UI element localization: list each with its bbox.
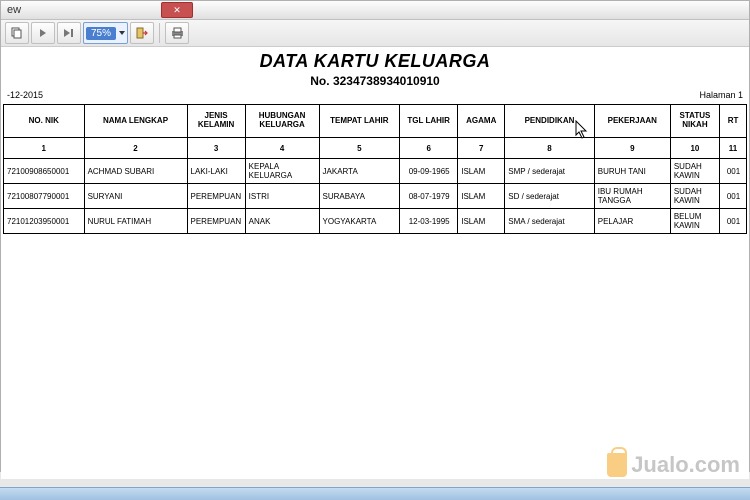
- table-row: 72101203950001 NURUL FATIMAH PEREMPUAN A…: [4, 209, 747, 234]
- cell-nama: SURYANI: [84, 184, 187, 209]
- colnum: 9: [594, 138, 670, 159]
- cell-kelamin: LAKI-LAKI: [187, 159, 245, 184]
- col-pendidikan: PENDIDIKAN: [505, 105, 595, 138]
- report-subtitle: No. 3234738934010910: [3, 74, 747, 88]
- cell-agama: ISLAM: [458, 159, 505, 184]
- cell-kelamin: PEREMPUAN: [187, 209, 245, 234]
- colnum: 8: [505, 138, 595, 159]
- col-nik: NO. NIK: [4, 105, 85, 138]
- cell-pendidikan: SMA / sederajat: [505, 209, 595, 234]
- page-indicator: Halaman 1: [699, 90, 743, 100]
- taskbar-strip: [0, 487, 750, 500]
- cell-agama: ISLAM: [458, 209, 505, 234]
- cell-nikah: SUDAH KAWIN: [670, 159, 719, 184]
- cell-tgl: 12-03-1995: [400, 209, 458, 234]
- watermark-text: Jualo.com: [631, 452, 740, 478]
- colnum: 5: [319, 138, 400, 159]
- cell-nikah: SUDAH KAWIN: [670, 184, 719, 209]
- kk-table: NO. NIK NAMA LENGKAP JENIS KELAMIN HUBUN…: [3, 104, 747, 234]
- cell-nama: NURUL FATIMAH: [84, 209, 187, 234]
- col-pekerjaan: PEKERJAAN: [594, 105, 670, 138]
- close-button[interactable]: ✕: [161, 2, 193, 18]
- cell-nikah: BELUM KAWIN: [670, 209, 719, 234]
- nav-prev-button[interactable]: [31, 22, 55, 44]
- table-row: 72100908650001 ACHMAD SUBARI LAKI-LAKI K…: [4, 159, 747, 184]
- col-rt: RT: [720, 105, 747, 138]
- cell-hubungan: ISTRI: [245, 184, 319, 209]
- report-page: DATA KARTU KELUARGA No. 3234738934010910…: [1, 47, 749, 479]
- toolbar-separator: [159, 23, 160, 43]
- subtitle-prefix: No.: [310, 74, 333, 88]
- triangle-right-icon: [38, 28, 48, 38]
- close-icon: ✕: [173, 5, 181, 15]
- title-bar: ew ✕: [1, 1, 749, 20]
- table-row: 72100807790001 SURYANI PEREMPUAN ISTRI S…: [4, 184, 747, 209]
- header-row: NO. NIK NAMA LENGKAP JENIS KELAMIN HUBUN…: [4, 105, 747, 138]
- colnum: 11: [720, 138, 747, 159]
- col-hubungan: HUBUNGAN KELUARGA: [245, 105, 319, 138]
- report-date: -12-2015: [7, 90, 43, 100]
- colnum: 1: [4, 138, 85, 159]
- cell-pekerjaan: PELAJAR: [594, 209, 670, 234]
- cell-tgl: 09-09-1965: [400, 159, 458, 184]
- colnum: 4: [245, 138, 319, 159]
- kk-number: 3234738934010910: [333, 74, 440, 88]
- col-agama: AGAMA: [458, 105, 505, 138]
- cell-agama: ISLAM: [458, 184, 505, 209]
- colnum: 3: [187, 138, 245, 159]
- toolbar: 75%: [1, 20, 749, 47]
- col-kelamin: JENIS KELAMIN: [187, 105, 245, 138]
- cell-pendidikan: SMP / sederajat: [505, 159, 595, 184]
- col-nama: NAMA LENGKAP: [84, 105, 187, 138]
- triangle-right-bar-icon: [63, 28, 75, 38]
- exit-door-icon: [136, 27, 148, 39]
- col-tempat: TEMPAT LAHIR: [319, 105, 400, 138]
- cell-nik: 72101203950001: [4, 209, 85, 234]
- col-nikah: STATUS NIKAH: [670, 105, 719, 138]
- cell-nik: 72100908650001: [4, 159, 85, 184]
- copy-icon: [11, 27, 23, 39]
- colnum: 6: [400, 138, 458, 159]
- print-button[interactable]: [165, 22, 189, 44]
- cell-pekerjaan: IBU RUMAH TANGGA: [594, 184, 670, 209]
- cell-kelamin: PEREMPUAN: [187, 184, 245, 209]
- cell-pendidikan: SD / sederajat: [505, 184, 595, 209]
- watermark: Jualo.com: [607, 452, 740, 478]
- bag-icon: [607, 453, 627, 477]
- cell-pekerjaan: BURUH TANI: [594, 159, 670, 184]
- zoom-selector[interactable]: 75%: [83, 22, 128, 44]
- cell-nama: ACHMAD SUBARI: [84, 159, 187, 184]
- zoom-value: 75%: [86, 27, 116, 40]
- cell-nik: 72100807790001: [4, 184, 85, 209]
- cell-tempat: SURABAYA: [319, 184, 400, 209]
- cell-tgl: 08-07-1979: [400, 184, 458, 209]
- cell-rt: 001: [720, 159, 747, 184]
- report-title: DATA KARTU KELUARGA: [3, 51, 747, 72]
- cell-rt: 001: [720, 184, 747, 209]
- cell-tempat: JAKARTA: [319, 159, 400, 184]
- cell-tempat: YOGYAKARTA: [319, 209, 400, 234]
- chevron-down-icon: [119, 31, 125, 35]
- cell-hubungan: ANAK: [245, 209, 319, 234]
- window-title: ew: [5, 4, 21, 16]
- copy-button[interactable]: [5, 22, 29, 44]
- printer-icon: [171, 27, 184, 39]
- exit-button[interactable]: [130, 22, 154, 44]
- colnum: 10: [670, 138, 719, 159]
- colnum: 2: [84, 138, 187, 159]
- nav-last-button[interactable]: [57, 22, 81, 44]
- header-number-row: 1 2 3 4 5 6 7 8 9 10 11: [4, 138, 747, 159]
- colnum: 7: [458, 138, 505, 159]
- cell-rt: 001: [720, 209, 747, 234]
- cell-hubungan: KEPALA KELUARGA: [245, 159, 319, 184]
- col-tgl: TGL LAHIR: [400, 105, 458, 138]
